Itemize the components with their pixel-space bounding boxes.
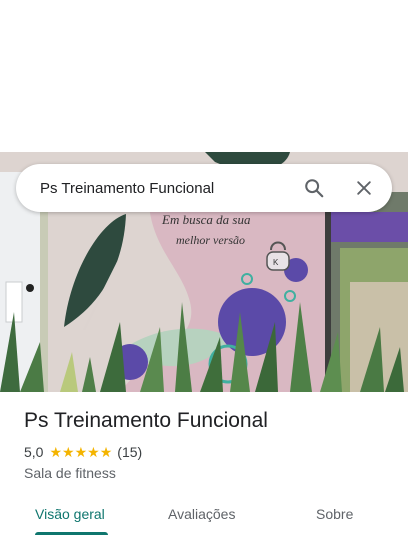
search-bar[interactable]: Ps Treinamento Funcional <box>16 164 392 212</box>
active-tab-indicator <box>35 532 108 535</box>
review-count[interactable]: (15) <box>117 444 142 460</box>
star-rating: ★ ★ ★ ★ ★ <box>49 445 112 459</box>
tab-overview[interactable]: Visão geral <box>35 492 105 536</box>
place-category: Sala de fitness <box>24 465 116 481</box>
map-area <box>0 0 408 152</box>
search-input[interactable]: Ps Treinamento Funcional <box>16 180 290 197</box>
search-icon <box>303 177 325 199</box>
kettlebell-label: K <box>273 258 279 267</box>
tab-reviews[interactable]: Avaliações <box>168 492 235 536</box>
close-icon <box>354 178 374 198</box>
tab-about[interactable]: Sobre <box>316 492 353 536</box>
close-button[interactable] <box>340 164 388 212</box>
place-title: Ps Treinamento Funcional <box>24 409 268 432</box>
wall-text-line2: melhor versão <box>176 233 245 247</box>
star-icon: ★ <box>87 444 100 460</box>
place-tabs: Visão geral Avaliações Sobre <box>0 492 408 544</box>
search-button[interactable] <box>290 164 338 212</box>
wall-text-line1: Em busca da sua <box>161 212 251 227</box>
star-icon: ★ <box>49 444 63 460</box>
rating-value: 5,0 <box>24 444 44 460</box>
rating-row[interactable]: 5,0 ★ ★ ★ ★ ★ (15) <box>24 444 142 460</box>
star-icon: ★ <box>62 444 75 460</box>
star-icon: ★ <box>74 444 88 460</box>
star-icon: ★ <box>99 444 113 460</box>
